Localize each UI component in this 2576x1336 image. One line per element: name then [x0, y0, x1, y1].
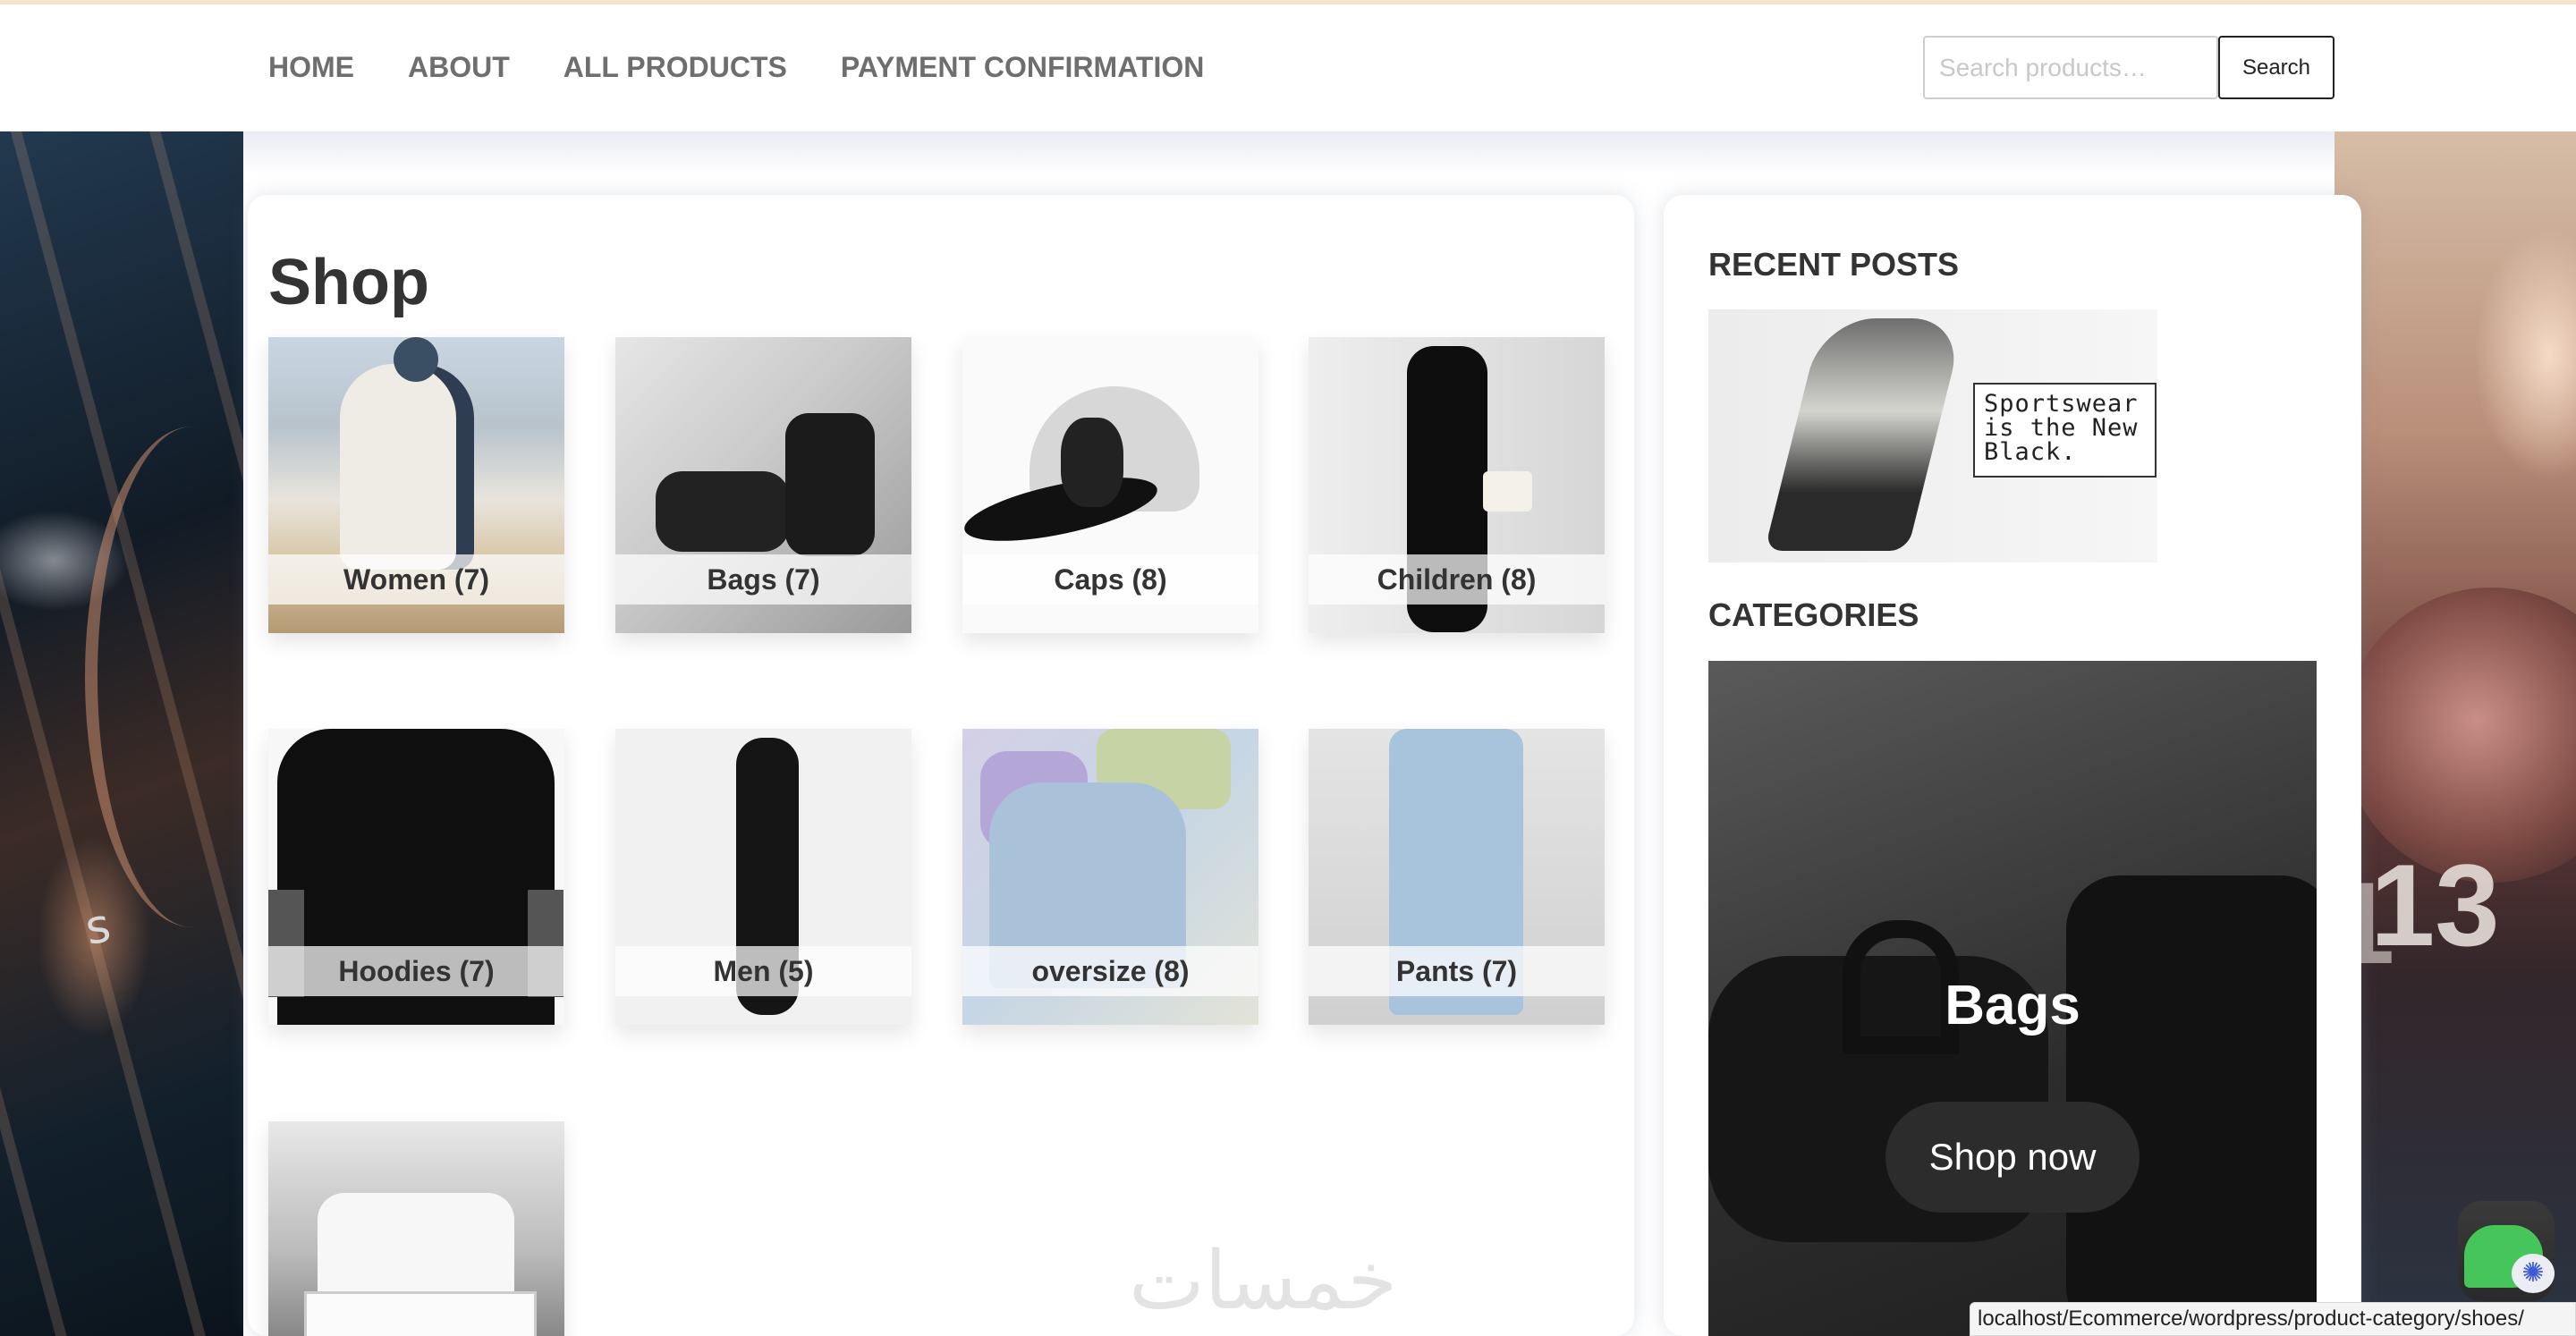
category-label: Pants (7)	[1309, 946, 1605, 996]
post-caption-line: Black.	[1984, 438, 2077, 466]
runner-figure	[1764, 318, 1966, 551]
category-label: Men (5)	[615, 946, 911, 996]
category-label: Children (8)	[1309, 554, 1605, 605]
main-nav: HOME ABOUT ALL PRODUCTS PAYMENT CONFIRMA…	[268, 51, 1204, 84]
status-bar-url: localhost/Ecommerce/wordpress/product-ca…	[1970, 1302, 2576, 1336]
category-tile-hoodies[interactable]: Hoodies (7)	[268, 729, 564, 1025]
category-label: Women (7)	[268, 554, 564, 605]
category-tile-children[interactable]: Children (8)	[1309, 337, 1605, 633]
background-glyph-right: 13	[2370, 840, 2500, 970]
brain-icon[interactable]: ✺	[2512, 1254, 2555, 1293]
category-tile-oversize[interactable]: oversize (8)	[962, 729, 1258, 1025]
category-tile-caps[interactable]: Caps (8)	[962, 337, 1258, 633]
nav-home[interactable]: HOME	[268, 51, 354, 84]
post-caption-line: is the New	[1984, 414, 2139, 442]
category-tile-women[interactable]: Women (7)	[268, 337, 564, 633]
category-tile-bags[interactable]: Bags (7)	[615, 337, 911, 633]
category-tile-shoes[interactable]	[268, 1121, 564, 1336]
post-caption-line: Sportswear	[1984, 390, 2139, 418]
category-banner: Bags Shop now	[1708, 661, 2317, 1336]
categories-heading: CATEGORIES	[1708, 596, 1919, 633]
search-button[interactable]: Search	[2218, 36, 2334, 99]
nav-about[interactable]: ABOUT	[408, 51, 510, 84]
post-image-caption: Sportswear is the New Black.	[1973, 383, 2157, 478]
category-image-shoes	[268, 1121, 564, 1336]
watermark-logo: خمسات	[1129, 1234, 1398, 1328]
background-image-left: s	[0, 131, 243, 1336]
nav-payment-confirmation[interactable]: PAYMENT CONFIRMATION	[841, 51, 1205, 84]
category-label: Bags (7)	[615, 554, 911, 605]
banner-title: Bags	[1945, 975, 2080, 1036]
page-title: Shop	[268, 247, 429, 318]
search-input[interactable]	[1923, 36, 2218, 99]
category-label: Caps (8)	[962, 554, 1258, 605]
category-tile-men[interactable]: Men (5)	[615, 729, 911, 1025]
shop-now-button[interactable]: Shop now	[1885, 1102, 2140, 1213]
recent-post-image[interactable]: Sportswear is the New Black.	[1708, 309, 2157, 562]
category-tile-pants[interactable]: Pants (7)	[1309, 729, 1605, 1025]
background-image-right: 1 13	[2330, 131, 2576, 1336]
site-header: HOME ABOUT ALL PRODUCTS PAYMENT CONFIRMA…	[0, 4, 2576, 131]
category-label: oversize (8)	[962, 946, 1258, 996]
background-glyph-left: s	[80, 899, 115, 956]
nav-all-products[interactable]: ALL PRODUCTS	[564, 51, 787, 84]
recent-posts-heading: RECENT POSTS	[1708, 246, 1960, 283]
category-label: Hoodies (7)	[268, 946, 564, 996]
